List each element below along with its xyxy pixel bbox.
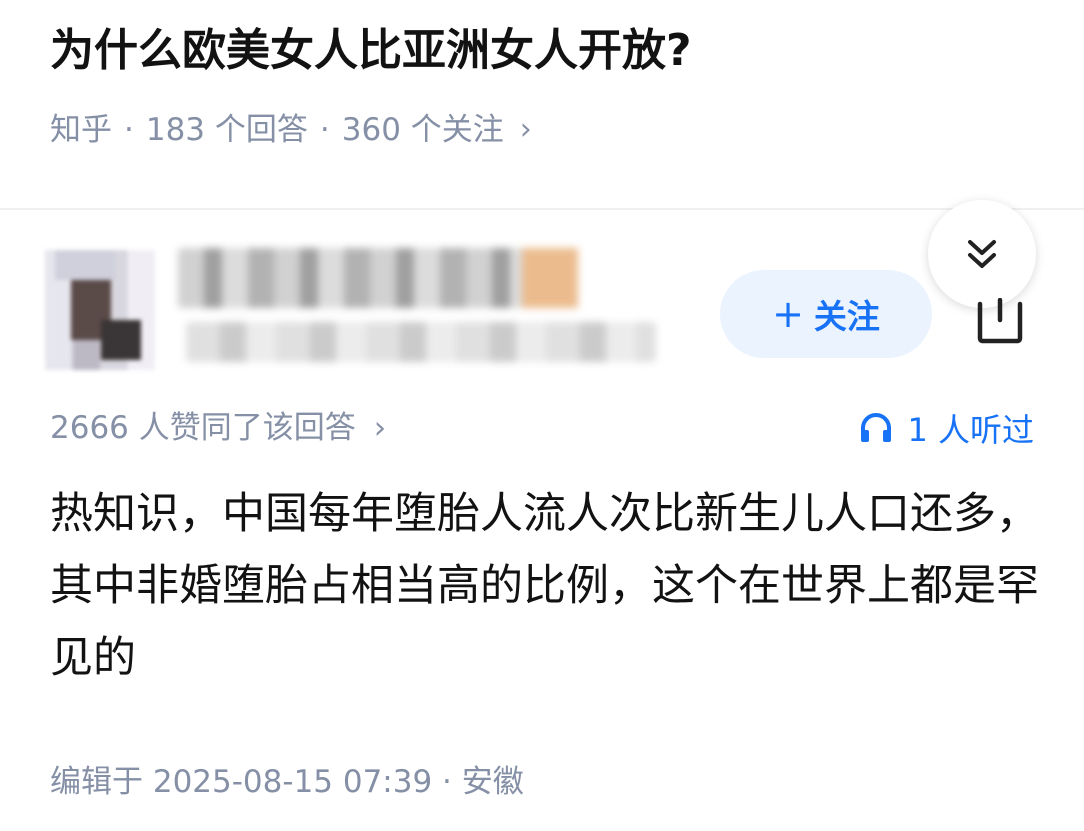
double-chevron-down-icon: [968, 240, 996, 268]
collapse-button[interactable]: [928, 200, 1036, 308]
listen-count: 1 人听过: [907, 411, 1034, 449]
answer-content[interactable]: 热知识，中国每年堕胎人流人次比新生儿人口还多，其中非婚堕胎占相当高的比例，这个在…: [50, 478, 1040, 694]
plus-icon: +: [772, 292, 804, 336]
answer-count: 183 个回答: [145, 112, 308, 148]
meta-separator: ·: [319, 112, 330, 148]
vote-count-label: 2666 人赞同了该回答: [50, 410, 356, 446]
divider: [0, 208, 1084, 210]
headphones-icon: [861, 413, 892, 442]
edit-timestamp: 编辑于 2025-08-15 07:39 · 安徽: [50, 764, 524, 800]
avatar[interactable]: [45, 250, 155, 370]
author-bio-blurred: [186, 322, 656, 362]
follow-label: 关注: [813, 297, 880, 336]
vote-count[interactable]: 2666 人赞同了该回答 ›: [50, 400, 386, 456]
question-meta[interactable]: 知乎 · 183 个回答 · 360 个关注 ›: [50, 103, 532, 157]
question-title[interactable]: 为什么欧美女人比亚洲女人开放?: [50, 20, 1040, 82]
listen-button[interactable]: 1 人听过: [859, 400, 1034, 456]
follow-button[interactable]: + 关注: [720, 270, 932, 358]
meta-separator: ·: [124, 112, 134, 148]
follower-count: 360 个关注: [341, 112, 504, 148]
share-icon[interactable]: [972, 298, 1028, 344]
chevron-right-icon: ›: [373, 410, 387, 446]
chevron-right-icon: ›: [519, 112, 532, 147]
author-name-blurred[interactable]: [178, 248, 578, 308]
source-label: 知乎: [50, 112, 112, 148]
